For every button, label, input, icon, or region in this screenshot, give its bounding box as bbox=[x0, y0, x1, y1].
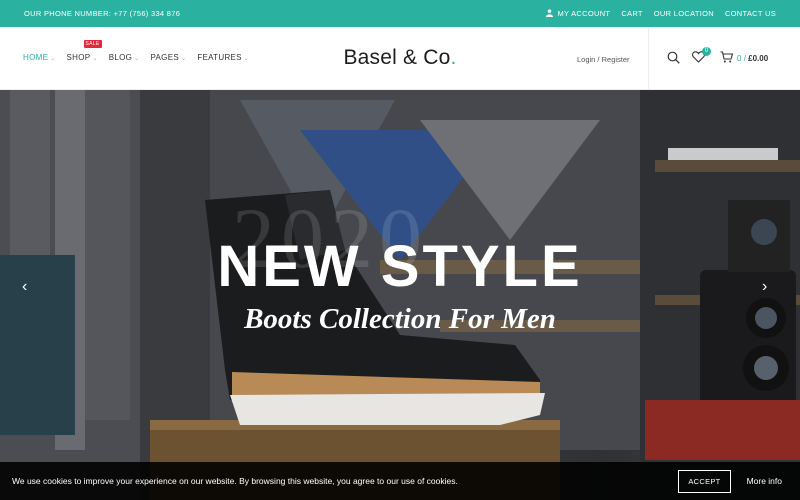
header-divider bbox=[648, 27, 649, 90]
our-location-link[interactable]: OUR LOCATION bbox=[654, 9, 714, 18]
login-register-link[interactable]: Login / Register bbox=[577, 55, 630, 64]
prev-slide-arrow-icon[interactable]: ‹ bbox=[22, 278, 27, 296]
top-links: MY ACCOUNT CART OUR LOCATION CONTACT US bbox=[546, 9, 776, 18]
cart-total-amount: £0.00 bbox=[748, 54, 769, 63]
search-icon[interactable] bbox=[667, 51, 680, 64]
top-bar: OUR PHONE NUMBER: +77 (756) 334 876 MY A… bbox=[0, 0, 800, 27]
hero-slider: 2020 NEW STYLE Boots Collection For Men … bbox=[0, 90, 800, 500]
main-header: HOME ⌄ SALE SHOP ⌄ BLOG ⌄ PAGES ⌄ FEATURES ⌄ … bbox=[0, 27, 800, 90]
accept-cookies-button[interactable]: ACCEPT bbox=[678, 469, 731, 493]
hero-subheadline: Boots Collection For Men bbox=[244, 303, 556, 335]
phone-number: OUR PHONE NUMBER: +77 (756) 334 876 bbox=[24, 9, 181, 18]
site-logo[interactable]: Basel & Co. bbox=[0, 46, 800, 70]
hero-headline: NEW STYLE bbox=[217, 234, 583, 299]
cart-summary[interactable]: 0 / £0.00 bbox=[737, 54, 768, 63]
user-icon bbox=[546, 9, 554, 17]
my-account-link[interactable]: MY ACCOUNT bbox=[546, 9, 610, 18]
contact-us-link[interactable]: CONTACT US bbox=[725, 9, 776, 18]
cookie-message: We use cookies to improve your experienc… bbox=[12, 476, 458, 486]
wishlist-count-badge: 0 bbox=[702, 47, 711, 56]
cookie-notice: We use cookies to improve your experienc… bbox=[0, 462, 800, 500]
cart-count: 0 bbox=[737, 54, 742, 63]
next-slide-arrow-icon[interactable]: › bbox=[762, 278, 767, 296]
more-info-link[interactable]: More info bbox=[747, 476, 782, 486]
cart-icon[interactable] bbox=[720, 51, 733, 63]
cart-link[interactable]: CART bbox=[621, 9, 642, 18]
